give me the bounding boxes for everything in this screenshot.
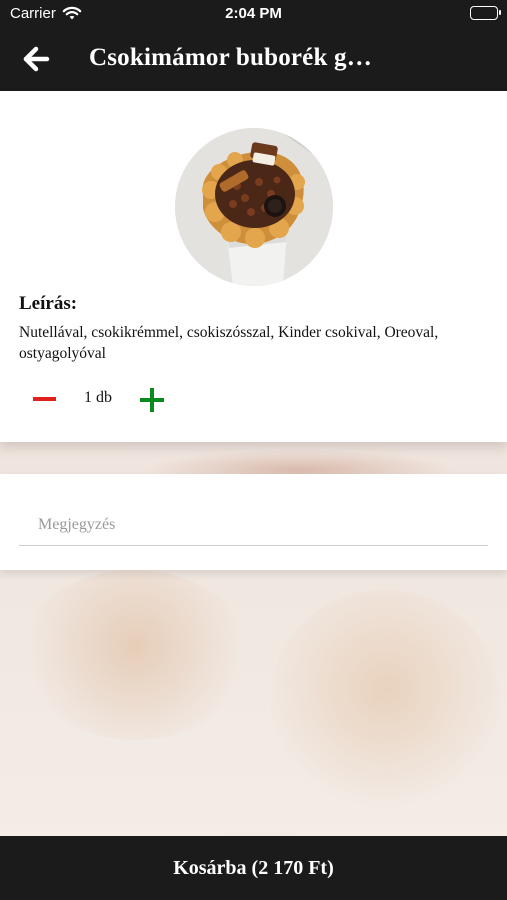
- quantity-value: 1 db: [84, 389, 112, 406]
- increase-quantity-button[interactable]: [138, 387, 166, 413]
- note-card: [0, 474, 507, 570]
- minus-icon: [33, 397, 56, 401]
- add-to-cart-label: Kosárba (2 170 Ft): [173, 856, 334, 879]
- battery-icon: [470, 6, 501, 20]
- note-input[interactable]: [19, 504, 488, 546]
- product-card: Leírás: Nutellával, csokikrémmel, csokis…: [0, 91, 507, 442]
- page-title: Csokimámor buborék g…: [89, 44, 372, 71]
- description-text: Nutellával, csokikrémmel, csokiszósszal,…: [19, 324, 439, 362]
- decrease-quantity-button[interactable]: [30, 387, 58, 411]
- arrow-left-icon[interactable]: [22, 44, 52, 74]
- bubble-waffle-photo: [175, 128, 333, 286]
- status-bar: Carrier 2:04 PM: [0, 0, 507, 28]
- add-to-cart-button[interactable]: Kosárba (2 170 Ft): [0, 836, 507, 900]
- clock: 2:04 PM: [225, 5, 282, 22]
- navigation-bar: Csokimámor buborék g…: [0, 28, 507, 91]
- description-heading: Leírás:: [19, 293, 78, 314]
